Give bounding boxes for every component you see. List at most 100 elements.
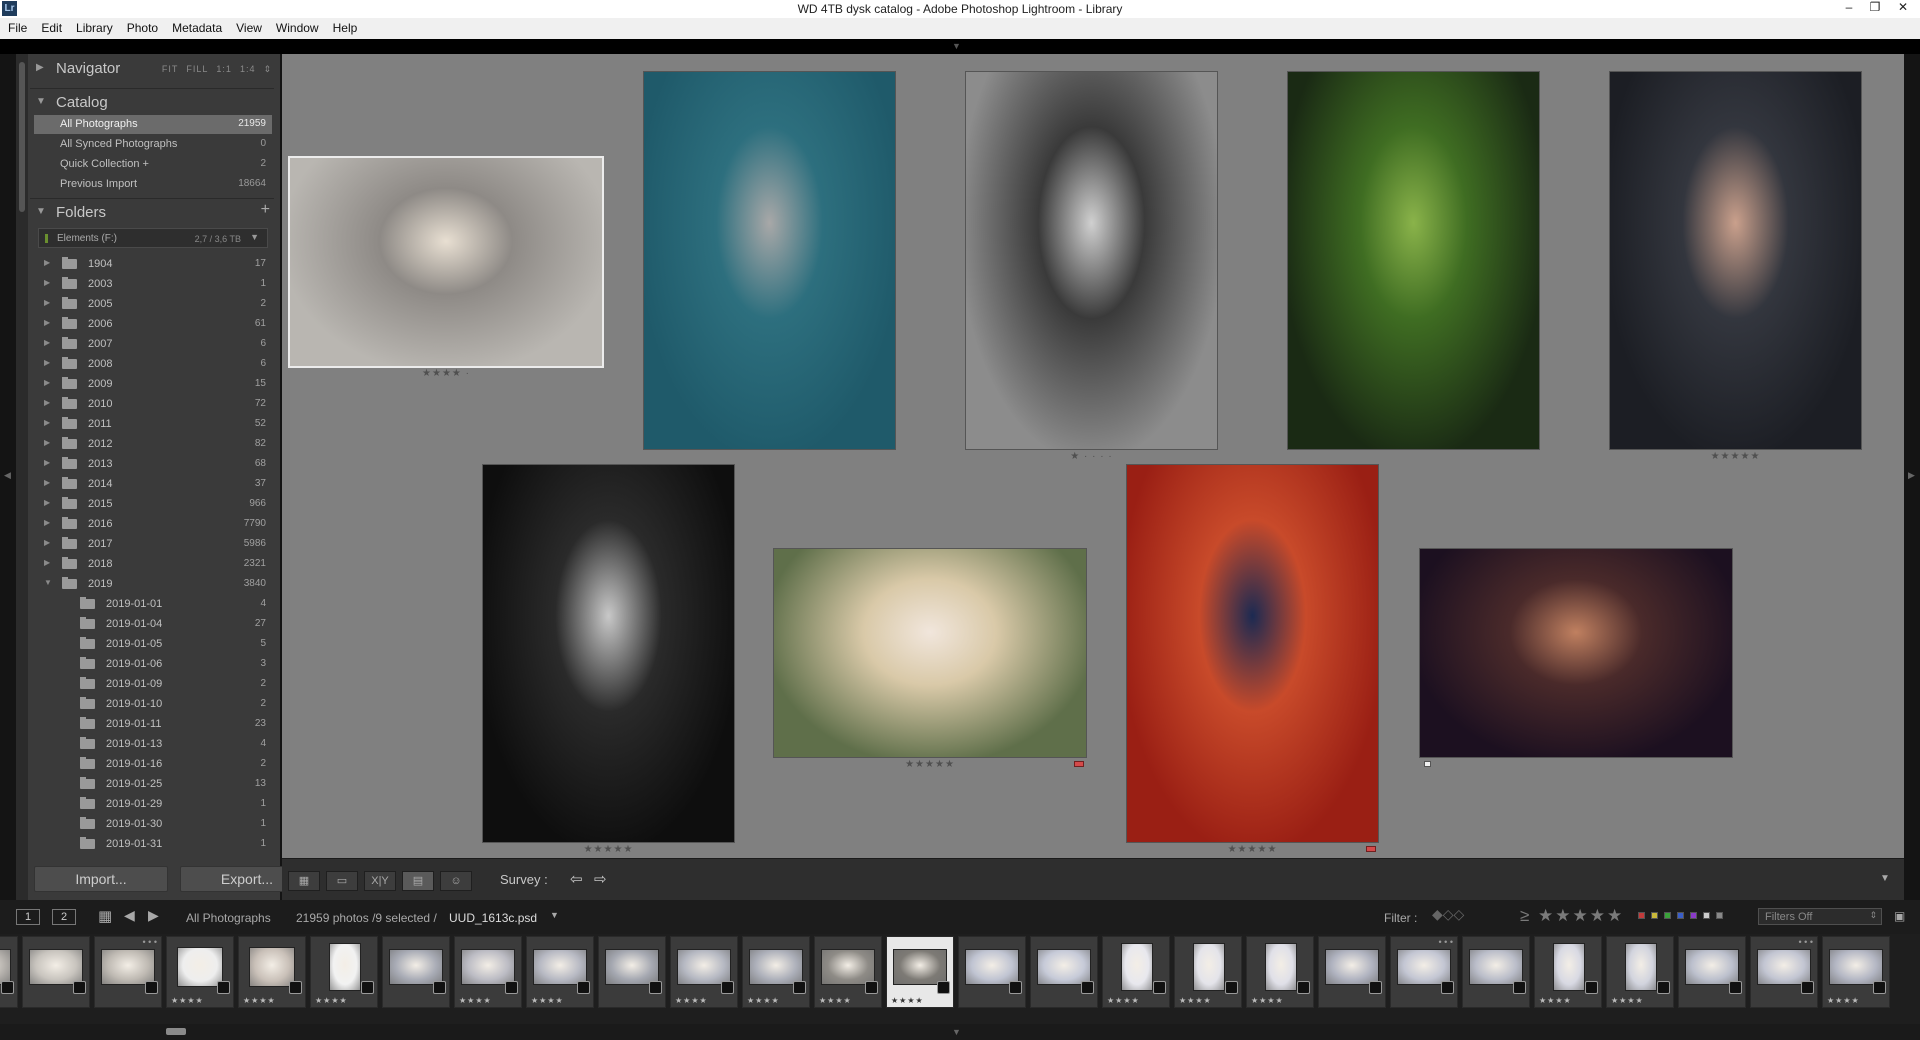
folder-item[interactable]: 2019-01-16 2 [34, 754, 272, 774]
filmstrip-thumbnail[interactable] [1829, 949, 1883, 985]
collapse-bottom-icon[interactable]: ▼ [952, 1027, 961, 1037]
filmstrip-thumbnail[interactable] [29, 949, 83, 985]
toolbar-menu-icon[interactable]: ▼ [1880, 873, 1890, 884]
folder-item[interactable]: ▶ 2017 5986 [34, 534, 272, 554]
folder-item[interactable]: ▶ 2006 61 [34, 314, 272, 334]
flag-filter-icon[interactable]: ◆◇◇ [1432, 906, 1464, 923]
filter-preset-select[interactable]: Filters Off ⇕ [1758, 908, 1882, 925]
menu-metadata[interactable]: Metadata [164, 18, 228, 35]
folder-item[interactable]: ▶ 2005 2 [34, 294, 272, 314]
collapse-top-icon[interactable]: ▼ [952, 41, 961, 51]
filter-lock-icon[interactable]: ▣ [1894, 909, 1905, 923]
survey-view-button[interactable]: ▤ [402, 871, 434, 891]
folder-item[interactable]: ▶ 2003 1 [34, 274, 272, 294]
volume-dropdown-icon[interactable]: ▼ [250, 232, 259, 242]
navigator-header[interactable]: ▶ Navigator FIT FILL 1:1 1:4 ⇕ [30, 55, 274, 82]
filmstrip-thumbnail[interactable] [249, 947, 295, 987]
folder-expand-triangle-icon[interactable]: ▶ [44, 518, 50, 527]
survey-photo-red-leaves[interactable] [1127, 465, 1378, 842]
folder-expand-triangle-icon[interactable]: ▶ [44, 398, 50, 407]
menu-photo[interactable]: Photo [119, 18, 164, 35]
folder-item[interactable]: 2019-01-10 2 [34, 694, 272, 714]
catalog-item[interactable]: Quick Collection + 2 [34, 155, 272, 174]
folder-expand-triangle-icon[interactable]: ▶ [44, 458, 50, 467]
filmstrip-thumbnail[interactable] [821, 949, 875, 985]
folder-expand-triangle-icon[interactable]: ▶ [44, 538, 50, 547]
back-arrow-icon[interactable]: ◀ [124, 907, 135, 924]
filmstrip-cell[interactable] [1030, 936, 1098, 1008]
people-view-button[interactable]: ☺ [440, 871, 472, 891]
filmstrip-cell[interactable]: ★★★★ [1822, 936, 1890, 1008]
folder-item[interactable]: ▶ 2018 2321 [34, 554, 272, 574]
folder-item[interactable]: ▶ 1904 17 [34, 254, 272, 274]
survey-photo-rocking-horse[interactable] [966, 72, 1217, 449]
folder-item[interactable]: ▶ 2007 6 [34, 334, 272, 354]
filmstrip-scrollbar[interactable]: ▼ [0, 1024, 1920, 1040]
filmstrip-cell[interactable]: • • • [1750, 936, 1818, 1008]
filmstrip-thumbnail[interactable] [0, 949, 11, 985]
folder-expand-triangle-icon[interactable]: ▶ [44, 498, 50, 507]
folder-item[interactable]: ▶ 2015 966 [34, 494, 272, 514]
filmstrip-thumbnail[interactable] [749, 949, 803, 985]
zoom-1-4-option[interactable]: 1:4 [240, 64, 256, 74]
photo-rating-stars[interactable]: ★★★★★ [1610, 451, 1861, 462]
rating-filter-stars[interactable]: ≥ ★★★★★ [1520, 906, 1624, 926]
folder-item[interactable]: ▶ 2014 37 [34, 474, 272, 494]
folder-expand-triangle-icon[interactable]: ▶ [44, 278, 50, 287]
photo-rating-stars[interactable]: ★★★★★ [483, 844, 734, 855]
folder-expand-triangle-icon[interactable]: ▶ [44, 558, 50, 567]
right-panel-edge[interactable]: ▶ [1904, 54, 1920, 900]
filmstrip-cell[interactable]: ★★★★ [454, 936, 522, 1008]
filmstrip-thumbnail[interactable] [1757, 949, 1811, 985]
filmstrip-cell[interactable] [0, 936, 18, 1008]
menu-view[interactable]: View [228, 18, 268, 35]
filmstrip-cell[interactable] [1318, 936, 1386, 1008]
folder-item[interactable]: ▼ 2019 3840 [34, 574, 272, 594]
filmstrip-cell[interactable]: ★★★★ [526, 936, 594, 1008]
volume-header[interactable]: Elements (F:) 2,7 / 3,6 TB ▼ [38, 228, 268, 248]
left-panel-edge[interactable]: ◀ [0, 54, 16, 900]
filmstrip-thumbnail[interactable] [1397, 949, 1451, 985]
filmstrip-cell[interactable]: ★★★★ [1246, 936, 1314, 1008]
filmstrip-cell[interactable]: ★★★★ [166, 936, 234, 1008]
collapse-left-icon[interactable]: ◀ [4, 470, 11, 481]
folder-item[interactable]: ▶ 2011 52 [34, 414, 272, 434]
filmstrip-cell[interactable]: • • • [94, 936, 162, 1008]
filmstrip-thumbnail[interactable] [893, 949, 947, 985]
filmstrip-thumbnail[interactable] [1037, 949, 1091, 985]
filmstrip-cell[interactable] [598, 936, 666, 1008]
folder-item[interactable]: ▶ 2008 6 [34, 354, 272, 374]
filmstrip-cell[interactable]: ★★★★ [1534, 936, 1602, 1008]
filmstrip-thumbnail[interactable] [533, 949, 587, 985]
top-panel-edge[interactable]: ▼ [0, 39, 1920, 54]
folder-expand-triangle-icon[interactable]: ▶ [44, 418, 50, 427]
grid-view-button[interactable]: ▦ [288, 871, 320, 891]
secondary-window-button[interactable]: 2 [52, 909, 76, 925]
collapse-right-icon[interactable]: ▶ [1908, 470, 1915, 481]
import-button[interactable]: Import... [34, 866, 168, 892]
folder-item[interactable]: 2019-01-04 27 [34, 614, 272, 634]
color-filter-swatch[interactable] [1716, 912, 1723, 919]
folder-collapse-triangle-icon[interactable]: ▼ [44, 578, 52, 587]
zoom-fit-option[interactable]: FIT [162, 64, 179, 74]
filmstrip-cell[interactable] [1462, 936, 1530, 1008]
photo-rating-stars[interactable]: ★★★★★ [1127, 844, 1378, 855]
filmstrip-cell[interactable]: ★★★★ [814, 936, 882, 1008]
filmstrip-thumbnail[interactable] [1469, 949, 1523, 985]
color-filter-swatch[interactable] [1651, 912, 1658, 919]
expand-triangle-icon[interactable]: ▶ [36, 62, 44, 73]
color-filter-swatch[interactable] [1677, 912, 1684, 919]
folder-item[interactable]: ▶ 2016 7790 [34, 514, 272, 534]
filmstrip-cell[interactable]: ★★★★ [1606, 936, 1674, 1008]
primary-window-button[interactable]: 1 [16, 909, 40, 925]
folder-item[interactable]: 2019-01-11 23 [34, 714, 272, 734]
grid-mode-icon[interactable]: ▦ [98, 907, 112, 925]
filmstrip-thumbnail[interactable] [1193, 943, 1225, 991]
filmstrip-cell[interactable]: ★★★★ [1174, 936, 1242, 1008]
survey-photo-hooded-bw[interactable] [483, 465, 734, 842]
folder-item[interactable]: 2019-01-06 3 [34, 654, 272, 674]
survey-photo-veil-portrait[interactable] [1420, 549, 1732, 757]
catalog-item[interactable]: All Photographs 21959 [34, 115, 272, 134]
filmstrip-thumbnail[interactable] [965, 949, 1019, 985]
folder-expand-triangle-icon[interactable]: ▶ [44, 318, 50, 327]
